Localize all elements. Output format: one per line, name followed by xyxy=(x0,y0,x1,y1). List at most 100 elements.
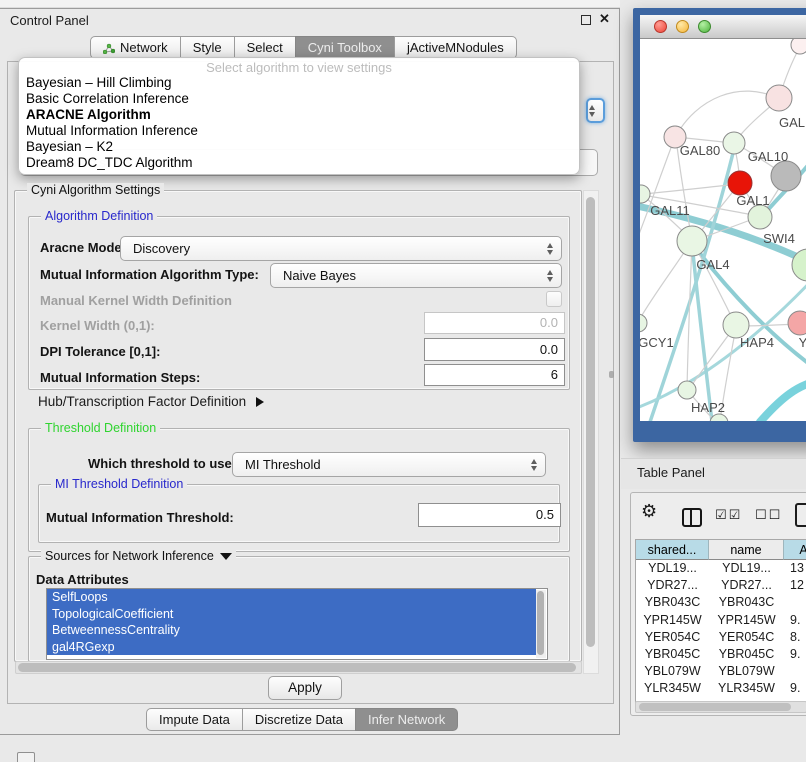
manual-kernel-width-checkbox[interactable] xyxy=(546,291,562,307)
close-traffic-light-icon[interactable] xyxy=(654,20,667,33)
network-canvas[interactable]: GALGAL80GAL10GAL11GAL1SWI4GAL4GCY1HAP4YH… xyxy=(640,39,806,421)
which-threshold-combo[interactable]: MI Threshold xyxy=(232,452,546,477)
dropdown-item-basic-correlation-inference[interactable]: Basic Correlation Inference xyxy=(19,91,579,107)
deselect-all-checkboxes-icon[interactable]: ☐☐ xyxy=(755,508,782,523)
manual-kernel-width-label: Manual Kernel Width Definition xyxy=(40,293,232,308)
hub-section-toggle[interactable]: Hub/Transcription Factor Definition xyxy=(38,394,264,409)
attribute-item-topologicalcoefficient[interactable]: TopologicalCoefficient xyxy=(47,606,536,623)
table-cell: YBR043C xyxy=(709,594,784,611)
dropdown-item-dream8-dc-tdc-algorithm[interactable]: Dream8 DC_TDC Algorithm xyxy=(19,155,579,171)
combo-value: Discovery xyxy=(133,237,190,260)
dropdown-item-list: Bayesian – Hill ClimbingBasic Correlatio… xyxy=(19,75,579,171)
network-node-gal[interactable] xyxy=(766,85,792,111)
tab-impute-data[interactable]: Impute Data xyxy=(146,708,243,731)
table-horizontal-scrollbar[interactable] xyxy=(635,701,806,713)
dropdown-item-aracne-algorithm[interactable]: ARACNE Algorithm xyxy=(19,107,579,123)
table-cell: YPR145W xyxy=(636,612,709,629)
network-node[interactable] xyxy=(791,39,806,54)
settings-horizontal-scrollbar[interactable] xyxy=(15,661,582,674)
network-edge[interactable] xyxy=(760,381,806,421)
expand-arrow-icon xyxy=(256,397,264,407)
scrollbar-thumb[interactable] xyxy=(639,703,791,711)
table-row[interactable]: YBL079WYBL079W xyxy=(636,663,806,680)
kernel-width-field[interactable]: 0.0 xyxy=(424,312,565,334)
network-icon xyxy=(103,42,115,54)
scrollbar-thumb[interactable] xyxy=(18,663,576,672)
tab-label: Network xyxy=(120,38,168,58)
settings-vertical-scrollbar[interactable] xyxy=(583,190,599,674)
select-all-checkboxes-icon[interactable]: ☑☑ xyxy=(715,508,742,523)
dpi-tolerance-field[interactable]: 0.0 xyxy=(424,338,565,361)
network-window-titlebar[interactable] xyxy=(640,15,806,39)
mi-threshold-field[interactable]: 0.5 xyxy=(418,503,561,527)
data-attributes-label: Data Attributes xyxy=(36,572,129,587)
tab-discretize-data[interactable]: Discretize Data xyxy=(242,708,356,731)
panel-divider-grip[interactable] xyxy=(609,371,614,378)
table-row[interactable]: YBR045CYBR045C9. xyxy=(636,646,806,663)
tab-network[interactable]: Network xyxy=(90,36,181,59)
mi-algorithm-type-combo[interactable]: Naive Bayes xyxy=(270,263,562,288)
table-cell: YDR27... xyxy=(636,577,709,594)
network-edge[interactable] xyxy=(676,91,779,136)
attribute-item-selfloops[interactable]: SelfLoops xyxy=(47,589,536,606)
column-header-name[interactable]: name xyxy=(709,540,784,560)
zoom-traffic-light-icon[interactable] xyxy=(698,20,711,33)
table-row[interactable]: YPR145WYPR145W9. xyxy=(636,612,806,629)
dropdown-item-bayesian-hill-climbing[interactable]: Bayesian – Hill Climbing xyxy=(19,75,579,91)
network-node[interactable] xyxy=(728,171,752,195)
network-view-window[interactable]: GALGAL80GAL10GAL11GAL1SWI4GAL4GCY1HAP4YH… xyxy=(633,8,806,442)
group-title: Algorithm Definition xyxy=(41,209,157,223)
columns-icon[interactable] xyxy=(682,508,702,527)
network-node-gcy1[interactable] xyxy=(640,314,647,332)
tab-cyni-toolbox[interactable]: Cyni Toolbox xyxy=(295,36,395,59)
mi-steps-field[interactable]: 6 xyxy=(424,364,565,386)
document-icon[interactable] xyxy=(795,503,806,527)
network-node-y[interactable] xyxy=(788,311,806,335)
network-node-hap2[interactable] xyxy=(678,381,696,399)
network-graph: GALGAL80GAL10GAL11GAL1SWI4GAL4GCY1HAP4YH… xyxy=(640,39,806,421)
dropdown-item-bayesian-k2[interactable]: Bayesian – K2 xyxy=(19,139,579,155)
tab-infer-network[interactable]: Infer Network xyxy=(355,708,458,731)
table-row[interactable]: YLR345WYLR345W9. xyxy=(636,680,806,697)
which-threshold-label: Which threshold to use: xyxy=(88,456,236,471)
tab-label: jActiveMNodules xyxy=(407,38,504,58)
table-row[interactable]: YER054CYER054C8. xyxy=(636,629,806,646)
tab-label: Infer Network xyxy=(368,710,445,730)
tab-select[interactable]: Select xyxy=(234,36,296,59)
aracne-mode-combo[interactable]: Discovery xyxy=(120,236,562,261)
attribute-item-betweennesscentrality[interactable]: BetweennessCentrality xyxy=(47,622,536,639)
network-node-gal4[interactable] xyxy=(677,226,707,256)
network-node-gal10[interactable] xyxy=(723,132,745,154)
dropdown-item-mutual-information-inference[interactable]: Mutual Information Inference xyxy=(19,123,579,139)
column-header-a[interactable]: A xyxy=(784,540,806,560)
table-header-row: shared...nameA xyxy=(636,540,806,560)
column-header-shared[interactable]: shared... xyxy=(636,540,709,560)
tab-style[interactable]: Style xyxy=(180,36,235,59)
gear-icon[interactable]: ⚙ xyxy=(641,501,657,522)
inference-algorithm-combo-button[interactable] xyxy=(586,98,605,123)
attribute-item-gal4rgexp[interactable]: gal4RGexp xyxy=(47,639,536,656)
table-cell: 9. xyxy=(784,612,806,629)
minimize-traffic-light-icon[interactable] xyxy=(676,20,689,33)
table-cell: YBL079W xyxy=(709,663,784,680)
sources-group-toggle[interactable]: Sources for Network Inference xyxy=(41,549,236,563)
table-row[interactable]: YDL19...YDL19...13 xyxy=(636,560,806,577)
tab-jactivemnodules[interactable]: jActiveMNodules xyxy=(394,36,517,59)
tab-label: Select xyxy=(247,38,283,58)
scrollbar-thumb[interactable] xyxy=(586,197,595,647)
cutoff-button[interactable] xyxy=(17,752,35,762)
scrollbar-thumb[interactable] xyxy=(537,591,544,655)
apply-button[interactable]: Apply xyxy=(268,676,342,700)
network-edge[interactable] xyxy=(640,242,691,322)
control-panel-tab-bar: Network Style Select Cyni Toolbox jActiveMNo… xyxy=(90,36,517,59)
network-node-gal1[interactable] xyxy=(748,205,772,229)
kernel-width-label: Kernel Width (0,1): xyxy=(40,318,155,333)
float-window-icon[interactable] xyxy=(581,15,591,25)
list-scrollbar[interactable] xyxy=(536,590,546,658)
table-row[interactable]: YDR27...YDR27...12 xyxy=(636,577,806,594)
node-label-gal4: GAL4 xyxy=(696,257,729,272)
table-row[interactable]: YBR043CYBR043C xyxy=(636,594,806,611)
close-icon[interactable]: ✕ xyxy=(599,11,610,27)
network-edge[interactable] xyxy=(687,242,692,389)
network-node[interactable] xyxy=(771,161,801,191)
